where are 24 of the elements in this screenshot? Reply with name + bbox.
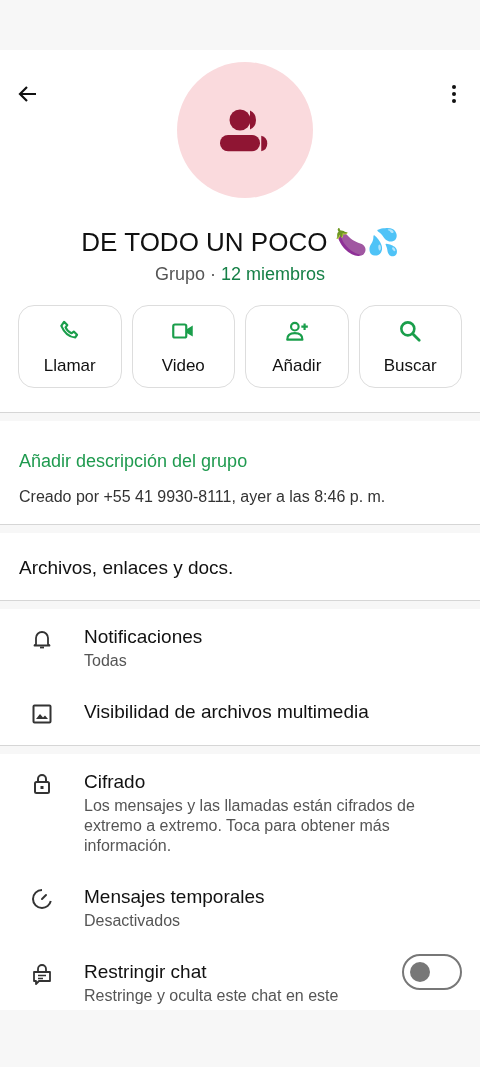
media-links-docs-item[interactable]: Archivos, enlaces y docs. [0,533,480,600]
setting-title[interactable]: Mensajes temporales [84,885,462,909]
group-name: DE TODO UN POCO 🍆💦 [80,226,400,258]
setting-title[interactable]: Visibilidad de archivos multimedia [84,700,462,724]
action-button[interactable]: Llamar [18,305,122,388]
image-icon [30,702,54,726]
setting-title[interactable]: Restringir chat [84,960,402,984]
setting-title[interactable]: Notificaciones [84,625,462,649]
chat-lock-icon [30,962,54,986]
action-button[interactable]: Buscar [358,305,462,388]
action-button[interactable]: Video [131,305,235,388]
action-button[interactable]: Añadir [245,305,349,388]
setting-description: Desactivados [84,911,182,931]
setting-title[interactable]: Cifrado [84,770,462,794]
setting-description: Los mensajes y las llamadas están cifrados de extremo a extremo. Toca para obtener más información. [84,796,416,856]
member-count[interactable]: 12 miembros [221,264,326,284]
setting-description: Restringe y oculta este chat en este [84,986,340,1006]
group-type-label: Grupo [154,264,205,284]
setting-description: Todas [84,651,128,671]
add-description-link[interactable]: Añadir descripción del grupo [19,451,461,472]
created-by-text: Creado por +55 41 9930-8111, ayer a las 8:46 p. m. [19,488,387,506]
toggle-switch[interactable] [402,954,462,990]
timer-icon [30,887,54,911]
separator-dot: · [210,264,216,284]
